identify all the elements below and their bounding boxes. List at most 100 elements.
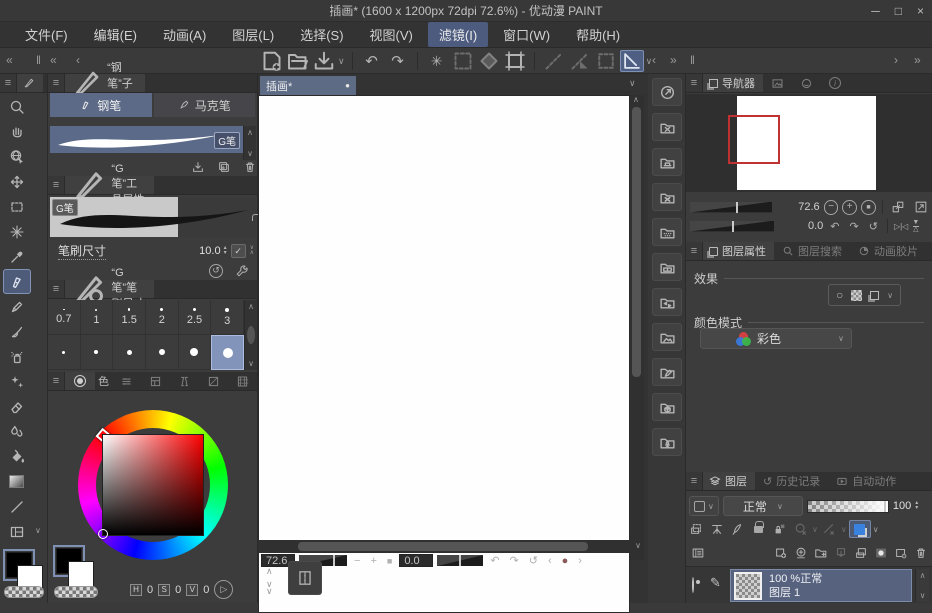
layer-property-tab[interactable]: 图层属性 — [703, 242, 774, 260]
color-panel-menu-icon[interactable]: ≡ — [48, 372, 65, 390]
border-effect-icon[interactable]: ○ — [836, 288, 843, 302]
decoration-tool[interactable] — [3, 369, 31, 394]
animation-cel-tab[interactable]: 动画胶片 — [850, 242, 926, 260]
opacity-spinner[interactable]: ▴▾ — [915, 501, 918, 511]
minimize-button[interactable]: ─ — [871, 4, 880, 18]
rotate-cw-icon[interactable]: ↷ — [507, 554, 522, 567]
menu-layer[interactable]: 图层(L) — [221, 22, 285, 47]
layer-color-dropdown-icon[interactable]: ∨ — [873, 525, 879, 534]
scroll-down-icon[interactable]: ∨ — [248, 359, 254, 368]
brush-size-tab[interactable]: “G笔”笔刷尺寸 — [65, 280, 154, 298]
create-layer-mask-icon[interactable] — [871, 544, 890, 561]
source-settings-button[interactable]: ✓ — [231, 244, 246, 258]
size-option[interactable] — [179, 335, 212, 370]
navigator-menu-icon[interactable]: ≡ — [686, 74, 703, 92]
reference-layer-icon[interactable] — [707, 521, 726, 538]
auto-select-tool[interactable] — [3, 219, 31, 244]
scroll-up-icon[interactable]: ∧ — [247, 128, 253, 137]
subtool-tab-pen[interactable]: 钢笔 — [50, 93, 152, 117]
sv-cursor[interactable] — [98, 529, 108, 539]
snap-special-ruler-button[interactable] — [568, 50, 592, 72]
subtool-scrollbar[interactable]: ∧ ∨ — [243, 126, 256, 160]
canvas-vertical-scrollbar[interactable]: ∧ — [630, 95, 644, 560]
crop-frame-button[interactable] — [503, 50, 527, 72]
tab-list-dropdown-icon[interactable]: ∨ — [629, 78, 636, 89]
quick-share-tab[interactable] — [792, 74, 821, 92]
play-color-icon[interactable]: ▷ — [214, 580, 233, 599]
navigator-rotation-slider[interactable] — [690, 221, 774, 232]
tool-palette-menu-icon[interactable]: ≡ — [0, 74, 17, 92]
color-history-tab[interactable] — [228, 372, 257, 390]
prev-icon[interactable]: ‹ — [76, 53, 80, 67]
canvas[interactable] — [258, 95, 630, 613]
menu-window[interactable]: 窗口(W) — [492, 22, 561, 47]
blend-mode-dropdown[interactable]: 正常 ∨ — [723, 496, 803, 516]
new-folder-icon[interactable] — [811, 544, 830, 561]
new-raster-layer-icon[interactable] — [771, 544, 790, 561]
nav-fit-icon[interactable]: ■ — [861, 200, 876, 215]
rotate-ccw-icon[interactable]: ↶ — [487, 554, 502, 567]
material-folder-tone-button[interactable] — [652, 218, 682, 246]
layer-panel-menu-icon[interactable]: ≡ — [686, 472, 703, 490]
menu-edit[interactable]: 编辑(E) — [83, 22, 148, 47]
record-icon[interactable]: ● — [559, 555, 572, 567]
navigator-view-rectangle[interactable] — [728, 115, 780, 164]
nav-rotate-ccw-icon[interactable]: ↶ — [827, 220, 842, 233]
wrench-settings-icon[interactable] — [232, 262, 251, 279]
maximize-button[interactable]: □ — [895, 4, 902, 18]
lock-layer-icon[interactable] — [749, 521, 768, 538]
layer-property-menu-icon[interactable]: ≡ — [686, 242, 703, 260]
snap-grid-button[interactable] — [594, 50, 618, 72]
open-file-button[interactable] — [286, 50, 310, 72]
color-mode-dropdown[interactable]: 彩色 ∨ — [700, 328, 852, 349]
hand-tool[interactable] — [3, 119, 31, 144]
pen-tool[interactable] — [3, 269, 31, 294]
selection-tool[interactable] — [3, 194, 31, 219]
document-tab[interactable]: 插画* ● — [260, 76, 356, 95]
prev-page-icon[interactable]: ‹ — [545, 555, 555, 567]
size-option-selected[interactable] — [211, 335, 244, 370]
material-folder-delete-button[interactable] — [652, 183, 682, 211]
zoom-in-icon[interactable]: + — [367, 555, 379, 567]
collapse-left-icon[interactable]: « — [6, 53, 13, 67]
blend-tool[interactable] — [3, 419, 31, 444]
brush-size-menu-icon[interactable]: ≡ — [48, 280, 65, 298]
size-option[interactable] — [81, 335, 114, 370]
subtool-tab-marker[interactable]: 马克笔 — [154, 93, 256, 117]
material-folder-save-button[interactable] — [652, 148, 682, 176]
sv-square[interactable] — [103, 435, 203, 535]
material-quick-access-button[interactable] — [652, 78, 682, 106]
transparent-color-swatch[interactable] — [4, 586, 44, 598]
import-subtool-icon[interactable] — [188, 158, 207, 175]
page-up-icon[interactable]: ∧ — [266, 566, 273, 577]
scroll-up-icon[interactable]: ∧ — [633, 95, 639, 104]
eraser-tool[interactable] — [3, 394, 31, 419]
pencil-tool[interactable] — [3, 294, 31, 319]
material-folder-edit-button[interactable] — [652, 358, 682, 386]
reset-rotation-icon[interactable]: ↺ — [526, 554, 541, 567]
material-folder-layout-button[interactable] — [652, 253, 682, 281]
layer-color-effect-icon[interactable] — [870, 291, 879, 300]
nav-rotate-cw-icon[interactable]: ↷ — [847, 220, 862, 233]
zoom-out-icon[interactable]: − — [351, 555, 363, 567]
apply-mask-icon[interactable] — [891, 544, 910, 561]
scroll-down-icon[interactable]: ∨ — [920, 591, 926, 600]
undo-button[interactable]: ↶ — [360, 50, 384, 72]
navigator-preview[interactable] — [686, 94, 932, 192]
material-folder-pose-button[interactable] — [652, 428, 682, 456]
fit-to-window-icon[interactable] — [889, 199, 908, 216]
navigator-tab[interactable]: 导航器 — [703, 74, 763, 92]
new-layer-dialog-icon[interactable] — [791, 544, 810, 561]
information-tab[interactable]: i — [821, 74, 849, 92]
menu-view[interactable]: 视图(V) — [359, 22, 424, 47]
size-option[interactable] — [48, 335, 81, 370]
history-tab[interactable]: ↺ 历史记录 — [755, 472, 828, 490]
new-canvas-button[interactable] — [260, 50, 284, 72]
prev-icon[interactable]: ‹ — [652, 53, 656, 67]
lock-transparent-pixels-icon[interactable] — [770, 521, 789, 538]
auto-action-tab[interactable]: 自动动作 — [828, 472, 904, 490]
layer-color-button[interactable] — [849, 520, 871, 538]
next-icon[interactable]: › — [894, 53, 898, 67]
color-panel-sub-swatch[interactable] — [68, 561, 94, 587]
airbrush-tool[interactable] — [3, 344, 31, 369]
